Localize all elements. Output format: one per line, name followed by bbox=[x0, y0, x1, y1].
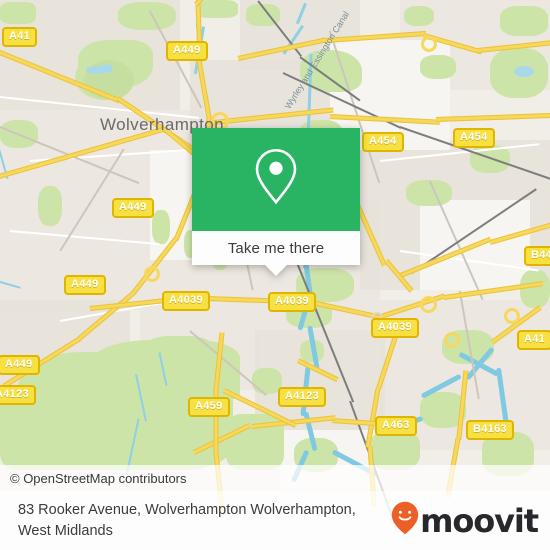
road-shield: A4123 bbox=[278, 387, 326, 407]
road-shield: A4039 bbox=[162, 291, 210, 311]
moovit-logo[interactable]: moovit bbox=[391, 501, 550, 540]
road-shield: B4484 bbox=[524, 246, 550, 266]
popup-image-area bbox=[192, 128, 360, 231]
address-line-2: West Midlands bbox=[18, 522, 113, 539]
road-shield: A4039 bbox=[268, 292, 316, 312]
landuse-park bbox=[0, 2, 36, 24]
landuse-park bbox=[196, 0, 238, 18]
roundabout bbox=[421, 36, 437, 52]
water-lake bbox=[99, 64, 113, 73]
road-shield: A454 bbox=[453, 128, 495, 148]
road-shield: A4123 bbox=[0, 385, 36, 405]
road-shield: A449 bbox=[166, 41, 208, 61]
take-me-there-button[interactable]: Take me there bbox=[192, 231, 360, 276]
moovit-pin-icon bbox=[391, 501, 419, 540]
landuse-park bbox=[500, 6, 548, 36]
landuse-park bbox=[38, 186, 62, 226]
roundabout bbox=[504, 308, 520, 324]
landuse-park bbox=[370, 430, 420, 470]
road-shield: A41 bbox=[2, 27, 38, 47]
moovit-wordmark: moovit bbox=[420, 501, 539, 540]
landuse-park bbox=[520, 270, 550, 308]
moovit-map-screenshot: Wyrley and Essington Canal Wolverhampton… bbox=[0, 0, 550, 550]
road-shield: B4163 bbox=[466, 420, 514, 440]
roundabout bbox=[144, 266, 160, 282]
landuse-park bbox=[152, 210, 170, 244]
take-me-there-label: Take me there bbox=[227, 239, 325, 257]
roundabout bbox=[444, 332, 460, 348]
address-line-1: 83 Rooker Avenue, Wolverhampton Wolverha… bbox=[18, 501, 356, 518]
roundabout bbox=[420, 296, 437, 313]
footer-bar: 83 Rooker Avenue, Wolverhampton Wolverha… bbox=[0, 491, 550, 550]
popup-pointer bbox=[265, 265, 287, 276]
road-shield: A463 bbox=[375, 416, 417, 436]
road-shield: A449 bbox=[64, 275, 106, 295]
landuse-park bbox=[404, 6, 434, 26]
road-shield: A449 bbox=[112, 198, 154, 218]
landuse-park bbox=[420, 55, 456, 79]
water-pond bbox=[514, 66, 534, 77]
map-pin-icon bbox=[253, 147, 299, 210]
road-shield: A459 bbox=[188, 397, 230, 417]
road-primary bbox=[435, 112, 550, 122]
map-attribution[interactable]: © OpenStreetMap contributors bbox=[0, 465, 550, 491]
landuse-park bbox=[406, 180, 452, 206]
road-shield: A41 bbox=[517, 330, 550, 350]
attribution-text: © OpenStreetMap contributors bbox=[10, 470, 187, 486]
location-popup-card[interactable]: Take me there bbox=[192, 128, 360, 276]
road-shield: A4039 bbox=[371, 318, 419, 338]
address-block: 83 Rooker Avenue, Wolverhampton Wolverha… bbox=[0, 500, 391, 542]
road-shield: A454 bbox=[362, 132, 404, 152]
road-shield: A449 bbox=[0, 355, 40, 375]
landuse-park bbox=[118, 2, 176, 30]
